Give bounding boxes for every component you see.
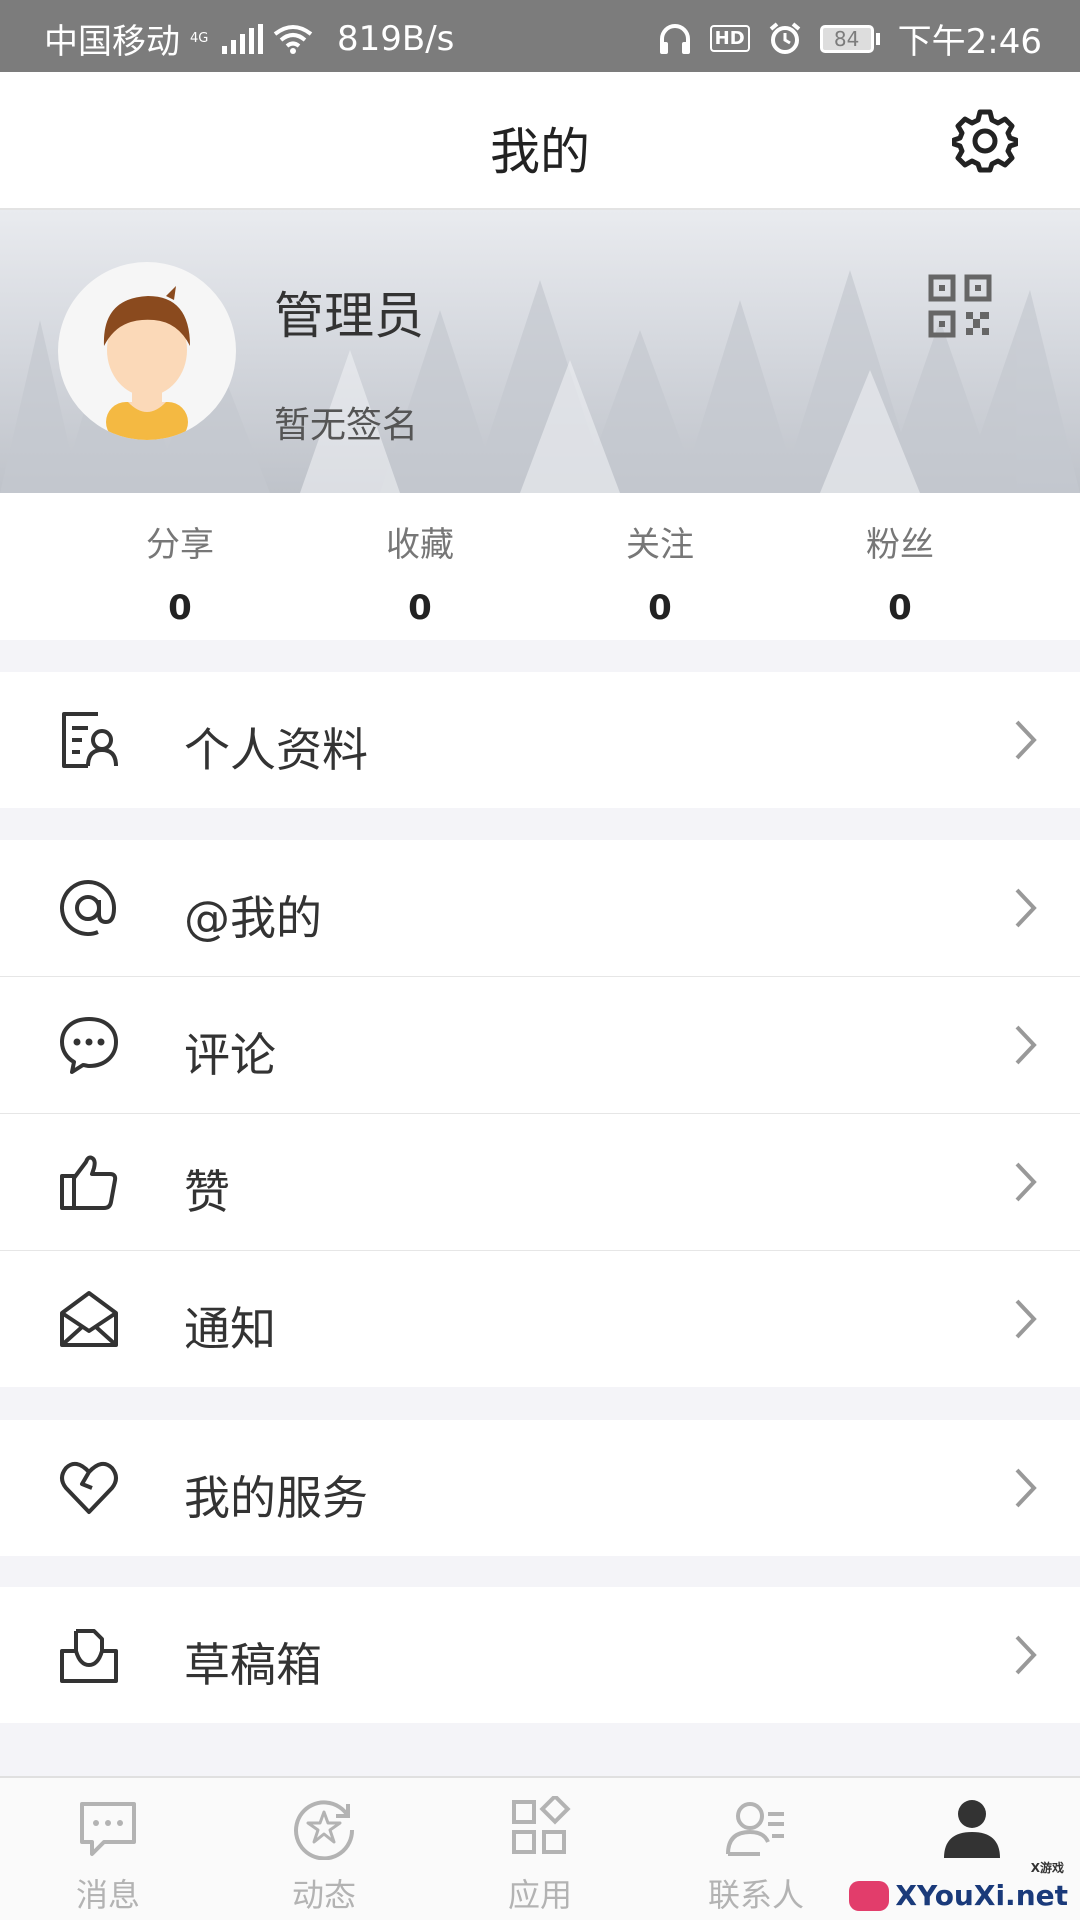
network-type: 4G — [190, 31, 209, 46]
qr-code-icon[interactable] — [928, 274, 992, 338]
stats-bar: 分享 0 收藏 0 关注 0 粉丝 0 — [0, 493, 1080, 640]
menu-label: 通知 — [184, 1302, 276, 1356]
menu-item-at-me[interactable]: @我的 — [0, 840, 1080, 976]
boy-avatar-icon — [103, 286, 190, 440]
stat-shares[interactable]: 分享 0 — [60, 493, 300, 640]
moments-icon — [294, 1800, 355, 1860]
menu-item-notifications[interactable]: 通知 — [0, 1251, 1080, 1387]
menu-label: 评论 — [184, 1028, 276, 1082]
watermark-small: X游戏 — [1030, 1861, 1064, 1875]
alarm-icon — [769, 21, 800, 54]
heart-icon — [60, 1461, 118, 1514]
avatar[interactable] — [58, 262, 236, 440]
clock: 下午2:46 — [897, 22, 1042, 62]
stat-label: 粉丝 — [866, 525, 934, 565]
tab-apps[interactable]: 应用 — [432, 1778, 648, 1920]
profile-banner[interactable]: 管理员 暂无签名 — [0, 210, 1080, 493]
menu-label: 我的服务 — [184, 1471, 368, 1525]
menu-label: @我的 — [184, 891, 322, 945]
tab-label: 消息 — [75, 1876, 140, 1914]
stat-following[interactable]: 关注 0 — [540, 493, 780, 640]
chat-icon — [80, 1802, 136, 1856]
tab-label: 联系人 — [707, 1876, 804, 1914]
battery-icon: 84 — [819, 24, 880, 53]
username: 管理员 — [274, 287, 424, 345]
stat-label: 分享 — [146, 525, 214, 565]
chevron-right-icon — [1015, 1468, 1037, 1508]
site-watermark: XYouXi.net X游戏 — [849, 1861, 1068, 1912]
chevron-right-icon — [1015, 1299, 1037, 1339]
tab-messages[interactable]: 消息 — [0, 1778, 216, 1920]
stat-favorites[interactable]: 收藏 0 — [300, 493, 540, 640]
menu-item-profile-info[interactable]: 个人资料 — [0, 672, 1080, 808]
contacts-icon — [726, 1802, 784, 1856]
network-speed: 819B/s — [337, 18, 455, 59]
signature: 暂无签名 — [274, 405, 419, 446]
stat-value: 0 — [168, 588, 192, 628]
settings-gear-icon[interactable] — [952, 108, 1018, 174]
watermark-text: XYouXi.net — [895, 1879, 1068, 1912]
page-header: 我的 — [0, 72, 1080, 210]
chevron-right-icon — [1015, 1162, 1037, 1202]
gamepad-logo-icon — [849, 1880, 890, 1911]
menu-item-comments[interactable]: 评论 — [0, 977, 1080, 1113]
stat-value: 0 — [888, 588, 912, 628]
profile-card-icon — [62, 712, 118, 768]
menu-label: 赞 — [184, 1165, 230, 1219]
menu-label: 草稿箱 — [184, 1638, 322, 1692]
tab-label: 应用 — [507, 1876, 572, 1914]
envelope-open-icon — [60, 1291, 118, 1347]
stat-value: 0 — [408, 588, 432, 628]
wifi-icon — [273, 24, 313, 54]
signal-icon — [222, 23, 263, 54]
at-sign-icon — [60, 880, 117, 936]
battery-level: 84 — [819, 24, 874, 53]
chevron-right-icon — [1015, 888, 1037, 928]
hd-badge: HD — [709, 25, 750, 52]
chevron-right-icon — [1015, 1635, 1037, 1675]
stat-label: 收藏 — [386, 525, 454, 565]
stat-value: 0 — [648, 588, 672, 628]
menu-item-likes[interactable]: 赞 — [0, 1114, 1080, 1250]
status-bar: 中国移动 4G 819B/s HD 84 下午2:46 — [0, 0, 1080, 72]
stat-fans[interactable]: 粉丝 0 — [780, 493, 1020, 640]
menu-label: 个人资料 — [184, 723, 368, 777]
chevron-right-icon — [1015, 1025, 1037, 1065]
menu-item-drafts[interactable]: 草稿箱 — [0, 1587, 1080, 1723]
thumbs-up-icon — [60, 1155, 118, 1210]
apps-icon — [512, 1796, 571, 1854]
menu-item-my-services[interactable]: 我的服务 — [0, 1420, 1080, 1556]
page-title: 我的 — [490, 123, 590, 181]
headphones-icon — [659, 23, 690, 54]
tab-label: 动态 — [291, 1876, 356, 1914]
inbox-tray-icon — [60, 1629, 118, 1683]
me-icon — [944, 1800, 1000, 1858]
tab-moments[interactable]: 动态 — [216, 1778, 432, 1920]
tab-contacts[interactable]: 联系人 — [648, 1778, 864, 1920]
comment-bubble-icon — [60, 1017, 118, 1074]
chevron-right-icon — [1015, 720, 1037, 760]
carrier-name: 中国移动 — [44, 22, 180, 62]
stat-label: 关注 — [626, 525, 694, 565]
